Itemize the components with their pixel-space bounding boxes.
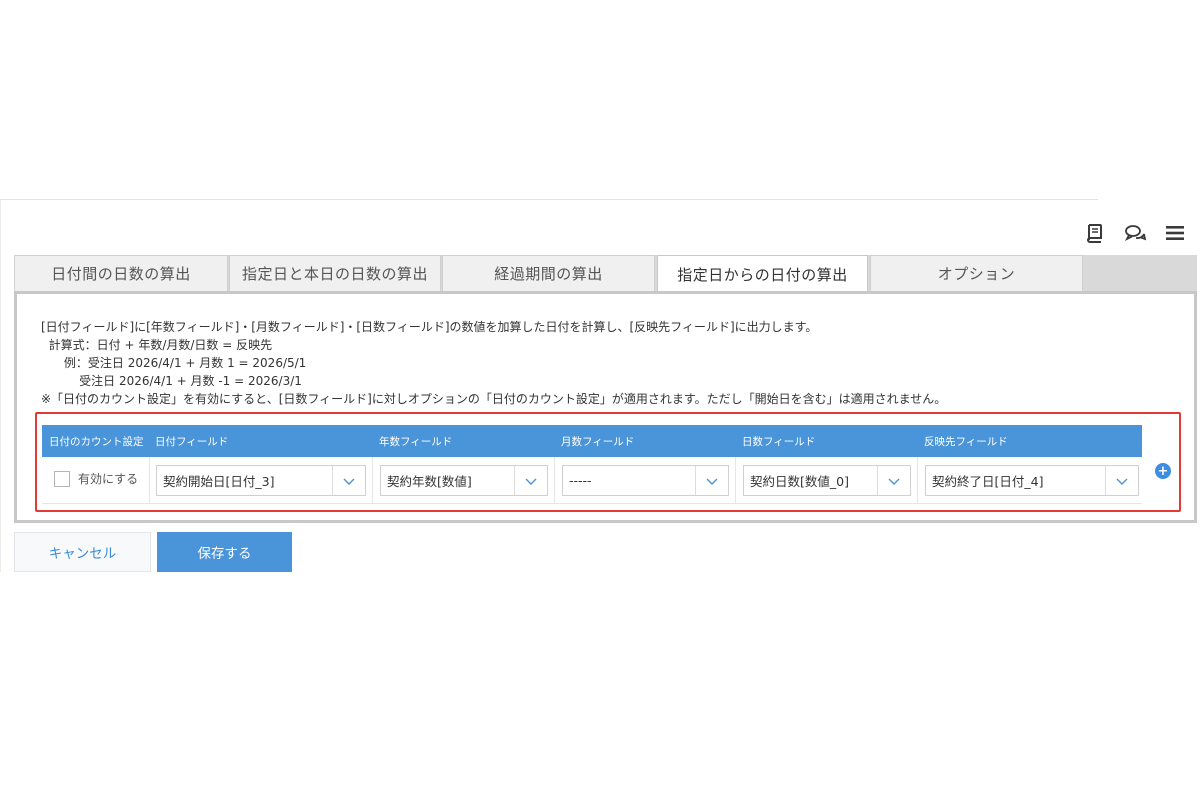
date-field-select[interactable]: 契約開始日[日付_3] [156, 465, 366, 496]
select-divider [877, 466, 878, 495]
page: 日付間の日数の算出 指定日と本日の日数の算出 経過期間の算出 指定日からの日付の… [0, 0, 1200, 800]
description: [日付フィールド]に[年数フィールド]・[月数フィールド]・[日数フィールド]の… [41, 318, 946, 408]
save-button[interactable]: 保存する [157, 532, 292, 572]
description-example-1: 例：受注日 2026/4/1 + 月数 1 = 2026/5/1 [41, 356, 307, 370]
header-date-field: 日付フィールド [155, 435, 229, 448]
book-icon[interactable] [1084, 222, 1106, 244]
target-field-select[interactable]: 契約終了日[日付_4] [925, 465, 1139, 496]
years-field-value: 契約年数[数値] [387, 474, 472, 489]
select-divider [1105, 466, 1106, 495]
top-divider [0, 199, 1098, 200]
tab-days-between-dates[interactable]: 日付間の日数の算出 [14, 255, 228, 291]
cell-divider [149, 457, 150, 503]
chat-icon[interactable] [1124, 222, 1146, 244]
header-months-field: 月数フィールド [561, 435, 635, 448]
header-toolbar [1084, 222, 1186, 244]
enable-label: 有効にする [78, 472, 139, 486]
enable-checkbox[interactable] [54, 470, 70, 487]
description-example-2: 受注日 2026/4/1 + 月数 -1 = 2026/3/1 [41, 374, 302, 388]
chevron-down-icon [888, 478, 900, 485]
chevron-down-icon [343, 478, 355, 485]
cancel-button[interactable]: キャンセル [14, 532, 151, 572]
select-divider [514, 466, 515, 495]
months-field-value: ----- [569, 473, 592, 488]
cell-divider [554, 457, 555, 503]
years-field-select[interactable]: 契約年数[数値] [380, 465, 548, 496]
menu-icon[interactable] [1164, 222, 1186, 244]
content-panel: [日付フィールド]に[年数フィールド]・[月数フィールド]・[日数フィールド]の… [14, 291, 1197, 523]
select-divider [695, 466, 696, 495]
description-note: ※「日付のカウント設定」を有効にすると、[日数フィールド]に対しオプションの「日… [41, 392, 947, 406]
chevron-down-icon [525, 478, 537, 485]
tab-bar: 日付間の日数の算出 指定日と本日の日数の算出 経過期間の算出 指定日からの日付の… [14, 255, 1197, 292]
add-row-button[interactable]: + [1155, 463, 1171, 479]
select-divider [332, 466, 333, 495]
cell-divider [372, 457, 373, 503]
cell-divider [735, 457, 736, 503]
tab-date-from-specified-date[interactable]: 指定日からの日付の算出 [657, 255, 868, 292]
header-days-field: 日数フィールド [742, 435, 816, 448]
cell-divider [917, 457, 918, 503]
header-target-field: 反映先フィールド [924, 435, 1008, 448]
chevron-down-icon [706, 478, 718, 485]
tab-days-to-today[interactable]: 指定日と本日の日数の算出 [229, 255, 441, 291]
tab-elapsed-period[interactable]: 経過期間の算出 [442, 255, 655, 291]
description-line: [日付フィールド]に[年数フィールド]・[月数フィールド]・[日数フィールド]の… [41, 320, 818, 334]
header-count-setting: 日付のカウント設定 [49, 435, 144, 448]
description-formula: 計算式：日付 + 年数/月数/日数 = 反映先 [41, 338, 273, 352]
months-field-select[interactable]: ----- [562, 465, 729, 496]
table-header: 日付のカウント設定 日付フィールド 年数フィールド 月数フィールド 日数フィール… [42, 425, 1142, 457]
chevron-down-icon [1116, 478, 1128, 485]
target-field-value: 契約終了日[日付_4] [932, 474, 1044, 489]
tab-options[interactable]: オプション [870, 255, 1083, 291]
enable-count-setting[interactable]: 有効にする [54, 470, 138, 487]
days-field-select[interactable]: 契約日数[数値_0] [743, 465, 911, 496]
left-divider [0, 200, 1, 572]
table-row: 有効にする 契約開始日[日付_3] 契約年数[数値] ----- 契約日数[数値… [42, 457, 1142, 504]
days-field-value: 契約日数[数値_0] [750, 474, 849, 489]
header-years-field: 年数フィールド [379, 435, 453, 448]
date-field-value: 契約開始日[日付_3] [163, 474, 275, 489]
